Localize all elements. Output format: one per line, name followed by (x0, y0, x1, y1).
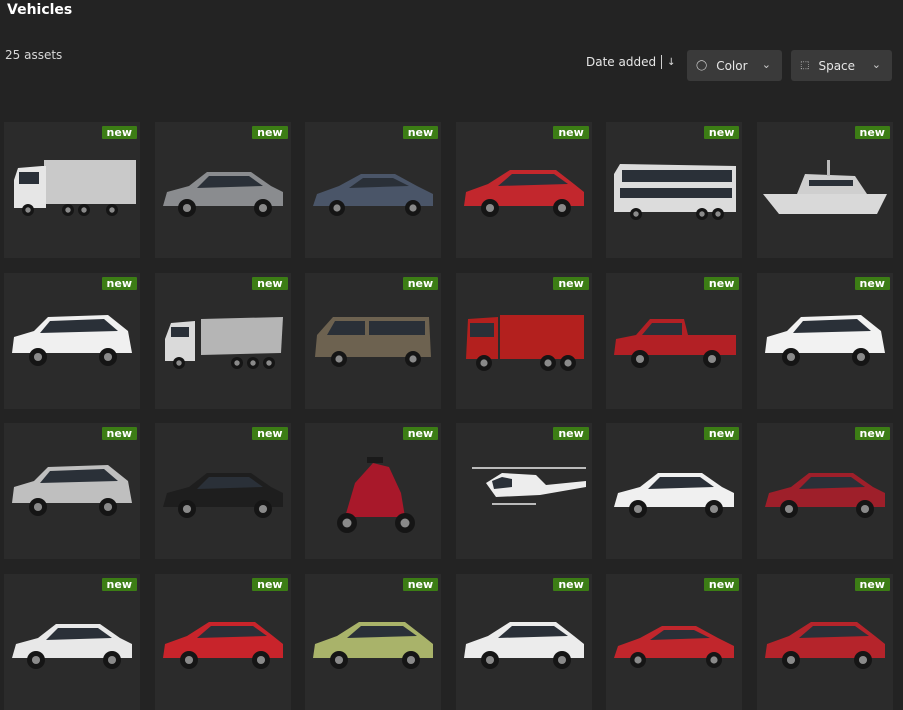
new-badge: new (252, 577, 288, 591)
asset-thumbnail (315, 316, 432, 367)
color-filter-label: Color (716, 58, 748, 73)
asset-thumbnail (313, 174, 434, 216)
asset-thumbnail (764, 621, 885, 669)
new-badge: new (703, 427, 740, 441)
new-badge: new (854, 427, 890, 441)
asset-thumbnail (614, 625, 735, 668)
asset-thumbnail (14, 160, 136, 216)
color-filter-dropdown[interactable]: ◯ Color ⌄ (687, 50, 782, 81)
asset-thumbnail (12, 465, 132, 517)
new-badge: new (101, 276, 137, 290)
asset-thumbnail (764, 314, 885, 366)
new-badge: new (402, 126, 439, 139)
new-badge: new (101, 577, 137, 591)
asset-card[interactable]: new (455, 573, 592, 710)
asset-thumbnail (12, 623, 132, 669)
asset-thumbnail (471, 467, 586, 506)
asset-card[interactable]: new (305, 272, 442, 409)
asset-card[interactable]: new (606, 423, 743, 560)
new-badge: new (101, 427, 137, 441)
new-badge: new (553, 276, 589, 290)
sort-control[interactable]: Date added ↓ (586, 55, 675, 69)
new-badge: new (252, 126, 288, 139)
asset-card[interactable]: new (4, 272, 140, 409)
asset-thumbnail (463, 170, 584, 217)
asset-card[interactable]: new (756, 573, 893, 710)
asset-card[interactable]: new (606, 122, 743, 258)
new-badge: new (703, 126, 740, 139)
frame-icon: ⬚ (800, 60, 810, 71)
asset-thumbnail (12, 314, 132, 366)
asset-card[interactable]: new (154, 573, 291, 710)
asset-card[interactable]: new (154, 423, 291, 560)
asset-card[interactable]: new (455, 122, 592, 258)
asset-card[interactable]: new (305, 423, 442, 560)
new-badge: new (402, 577, 439, 591)
asset-thumbnail (764, 473, 885, 519)
sort-label: Date added (586, 55, 657, 69)
asset-card[interactable]: new (305, 122, 442, 258)
asset-thumbnail (162, 621, 283, 669)
asset-card[interactable]: new (154, 122, 291, 258)
asset-card[interactable]: new (4, 122, 140, 258)
asset-thumbnail (762, 160, 887, 214)
new-badge: new (854, 577, 890, 591)
asset-thumbnail (614, 318, 737, 368)
asset-count: 25 assets (5, 48, 63, 62)
sort-direction-icon[interactable]: ↓ (667, 57, 675, 68)
asset-card[interactable]: new (756, 272, 893, 409)
new-badge: new (402, 276, 439, 290)
new-badge: new (854, 276, 890, 290)
new-badge: new (553, 427, 589, 441)
new-badge: new (854, 126, 890, 139)
asset-thumbnail (162, 172, 283, 217)
asset-card[interactable]: new (606, 272, 743, 409)
asset-card[interactable]: new (154, 272, 291, 409)
chevron-down-icon: ⌄ (761, 58, 771, 71)
asset-thumbnail (614, 164, 737, 220)
asset-card[interactable]: new (4, 423, 140, 560)
page-title: Vehicles (7, 2, 73, 18)
asset-thumbnail (162, 473, 283, 519)
asset-grid: new new new new new new new new new new … (4, 122, 893, 710)
asset-card[interactable]: new (606, 573, 743, 710)
sort-divider (661, 55, 663, 69)
asset-thumbnail (164, 316, 283, 369)
asset-thumbnail (465, 314, 584, 371)
asset-card[interactable]: new (455, 423, 592, 560)
asset-card[interactable]: new (455, 272, 592, 409)
asset-card[interactable]: new (305, 573, 442, 710)
new-badge: new (553, 126, 589, 139)
asset-thumbnail (313, 621, 434, 669)
asset-thumbnail (614, 473, 735, 519)
new-badge: new (703, 276, 740, 290)
asset-card[interactable]: new (756, 423, 893, 560)
new-badge: new (101, 126, 137, 139)
asset-thumbnail (337, 457, 416, 534)
asset-thumbnail (463, 621, 584, 669)
new-badge: new (703, 577, 740, 591)
space-filter-label: Space (818, 58, 856, 73)
new-badge: new (553, 577, 589, 591)
droplet-icon: ◯ (696, 60, 708, 71)
asset-card[interactable]: new (4, 573, 140, 710)
space-filter-dropdown[interactable]: ⬚ Space ⌄ (791, 50, 892, 81)
chevron-down-icon: ⌄ (871, 58, 881, 71)
asset-card[interactable]: new (756, 122, 893, 258)
new-badge: new (252, 427, 288, 441)
new-badge: new (252, 276, 288, 290)
new-badge: new (402, 427, 439, 441)
